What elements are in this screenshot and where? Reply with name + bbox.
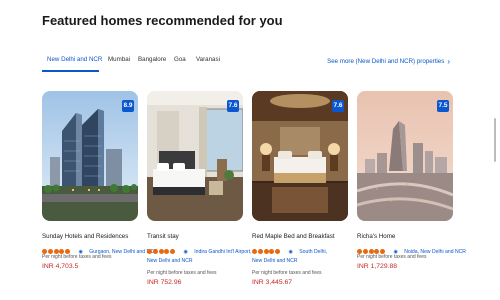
property-photo[interactable]: 7.6 <box>147 91 243 221</box>
price: INR 752.96 <box>147 279 182 286</box>
property-location-line-2[interactable]: New Delhi and NCR <box>147 258 193 264</box>
city-tabs: New Delhi and NCR Mumbai Bangalore Goa V… <box>42 56 450 72</box>
rating-dot <box>158 249 164 255</box>
price: INR 1,729.88 <box>357 263 398 270</box>
page-scrollbar[interactable] <box>494 118 496 162</box>
property-name[interactable]: Red Maple Bed and Breakfast <box>252 233 335 240</box>
tab-new-delhi-ncr[interactable]: New Delhi and NCR <box>47 56 102 63</box>
rating-dot <box>269 249 275 255</box>
property-photo[interactable]: 8.9 <box>42 91 138 221</box>
rating-dot <box>257 249 263 255</box>
section-title: Featured homes recommended for you <box>42 13 283 28</box>
rating-dot <box>252 249 257 255</box>
property-location[interactable]: South Delhi, <box>299 249 327 255</box>
price-note: Per night before taxes and fees <box>357 254 427 260</box>
rating-dot <box>152 249 158 255</box>
rating-row: ◉ Indira Gandhi Int'l Airport, <box>147 243 252 255</box>
review-score-badge: 8.9 <box>122 100 134 112</box>
property-name[interactable]: Sunday Hotels and Residences <box>42 233 128 240</box>
review-score-badge: 7.6 <box>332 100 344 112</box>
property-photo[interactable]: 7.5 <box>357 91 453 221</box>
rating-row: ◉ Noida, New Delhi and NCR <box>357 243 466 255</box>
review-score-badge: 7.6 <box>227 100 239 112</box>
price-note: Per night before taxes and fees <box>252 270 322 276</box>
rating-dot <box>170 249 176 255</box>
tab-bangalore[interactable]: Bangalore <box>138 56 166 63</box>
property-location-line-2[interactable]: New Delhi and NCR <box>252 258 298 264</box>
rating-row: ◉ South Delhi, <box>252 243 327 255</box>
property-card[interactable]: 7.6 Transit stay ◉ Indira Gandhi Int'l A… <box>147 91 252 296</box>
review-score-badge: 7.5 <box>437 100 449 112</box>
tab-varanasi[interactable]: Varanasi <box>196 56 220 63</box>
tab-goa[interactable]: Goa <box>174 56 186 63</box>
property-name[interactable]: Richa's Home <box>357 233 395 240</box>
property-name[interactable]: Transit stay <box>147 233 179 240</box>
rating-dot <box>164 249 170 255</box>
tab-mumbai[interactable]: Mumbai <box>108 56 130 63</box>
property-location[interactable]: Indira Gandhi Int'l Airport, <box>194 249 251 255</box>
chevron-right-icon: › <box>447 56 450 66</box>
property-photo[interactable]: 7.6 <box>252 91 348 221</box>
price-note: Per night before taxes and fees <box>42 254 112 260</box>
property-card[interactable]: 7.6 Red Maple Bed and Breakfast ◉ South … <box>252 91 348 296</box>
location-pin-icon: ◉ <box>288 248 293 255</box>
rating-row: ◉ Gurgaon, New Delhi and NCR <box>42 243 158 255</box>
rating-dot <box>275 249 281 255</box>
price-note: Per night before taxes and fees <box>147 270 217 276</box>
see-more-link[interactable]: See more (New Delhi and NCR) properties › <box>327 56 450 66</box>
rating-dot <box>263 249 269 255</box>
active-tab-indicator <box>42 70 99 72</box>
see-more-label: See more (New Delhi and NCR) properties <box>327 58 445 65</box>
rating-dot <box>147 249 152 255</box>
property-card[interactable]: 8.9 Sunday Hotels and Residences ◉ Gurga… <box>42 91 158 296</box>
price: INR 3,445.67 <box>252 279 293 286</box>
price: INR 4,703.5 <box>42 263 79 270</box>
property-card[interactable]: 7.5 Richa's Home ◉ Noida, New Delhi and … <box>357 91 466 296</box>
location-pin-icon: ◉ <box>183 248 188 255</box>
